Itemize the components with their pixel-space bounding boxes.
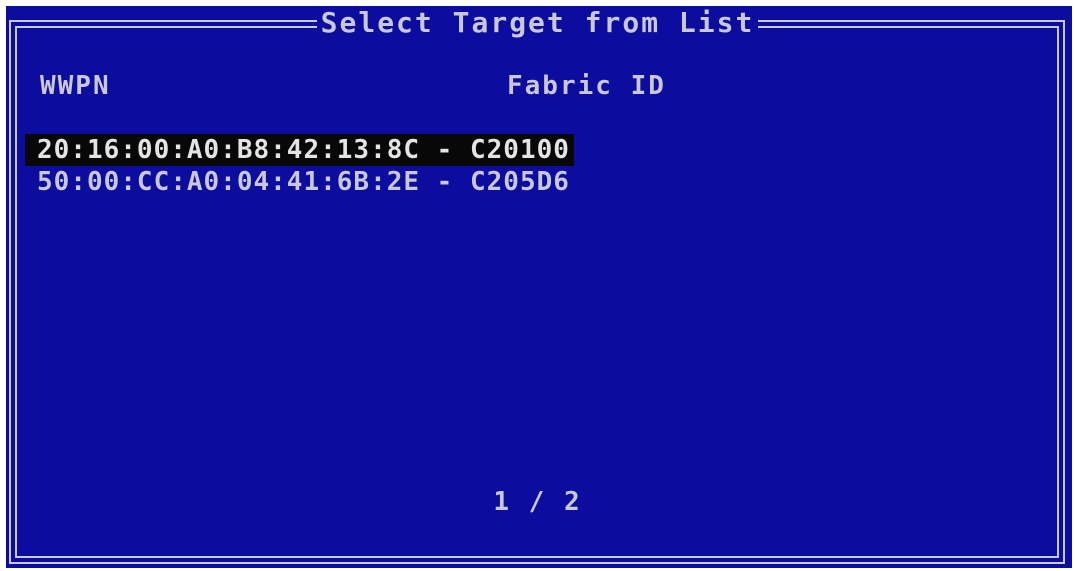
target-list-item[interactable]: 20:16:00:A0:B8:42:13:8C - C20100	[25, 134, 574, 166]
screen: Select Target from List WWPN Fabric ID 2…	[0, 0, 1075, 571]
page-indicator: 1 / 2	[493, 487, 582, 517]
column-header-fabric-id: Fabric ID	[507, 71, 666, 101]
column-header-wwpn: WWPN	[40, 71, 111, 101]
target-list-item[interactable]: 50:00:CC:A0:04:41:6B:2E - C205D6	[25, 166, 574, 198]
dialog-border-inner	[15, 26, 1059, 558]
